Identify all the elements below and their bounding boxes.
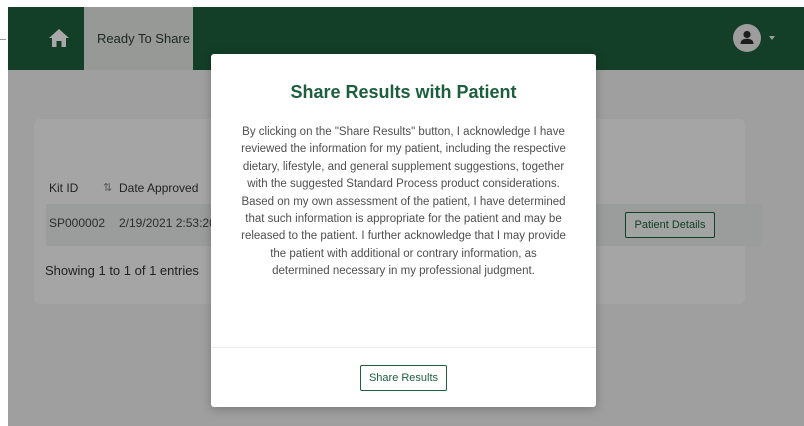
modal-divider [211,347,596,348]
modal-body-text: By clicking on the "Share Results" butto… [241,126,566,278]
edge-divider [0,39,6,40]
share-results-modal: Share Results with Patient By clicking o… [211,54,596,407]
share-results-button[interactable]: Share Results [360,365,447,391]
modal-title: Share Results with Patient [290,82,517,102]
